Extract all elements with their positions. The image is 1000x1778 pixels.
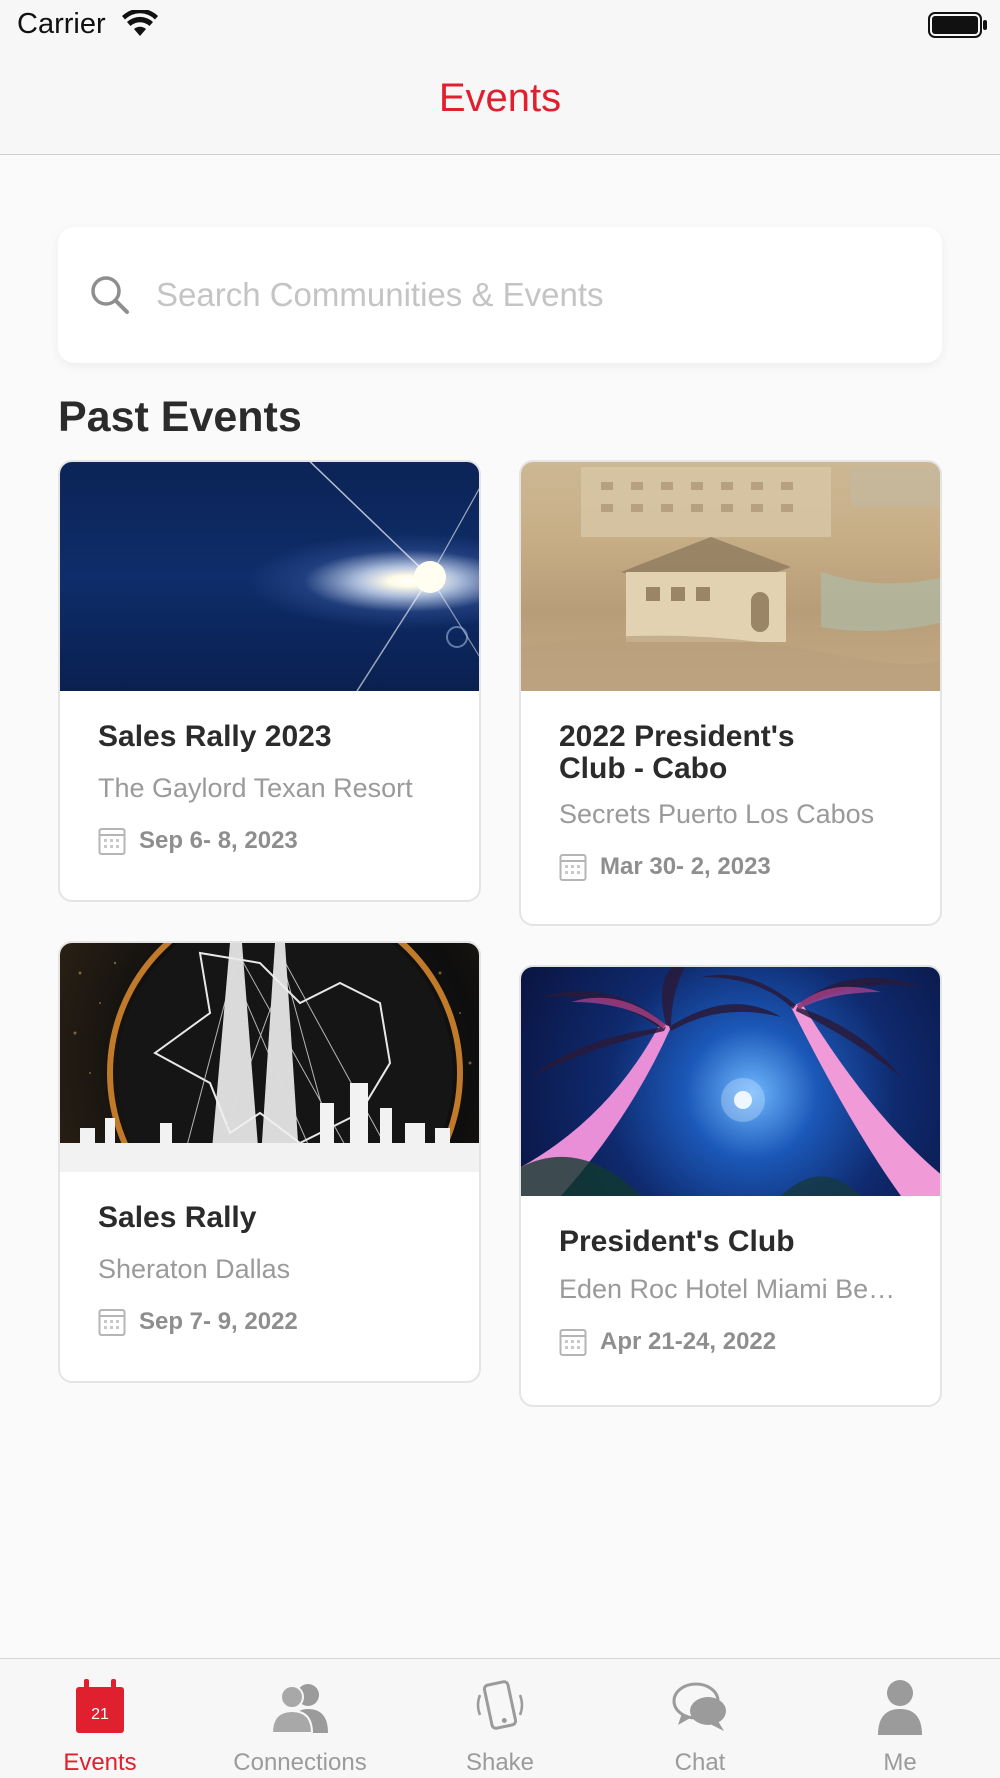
search-box[interactable] <box>58 227 942 363</box>
tab-label: Chat <box>674 1749 726 1776</box>
event-image-resort-pool <box>521 462 940 691</box>
navigation-bar: Events <box>0 52 1000 155</box>
tab-chat[interactable]: Chat <box>600 1659 800 1778</box>
lens-flare-art <box>309 462 479 691</box>
event-title: 2022 President's Club - Cabo <box>559 720 795 785</box>
event-image-lens-flare <box>60 462 479 691</box>
event-venue: Eden Roc Hotel Miami Beac... <box>559 1274 910 1304</box>
calendar-badge: 21 <box>91 1706 109 1723</box>
tab-me[interactable]: Me <box>800 1659 1000 1778</box>
person-icon <box>878 1680 922 1735</box>
skyline-art <box>60 943 479 1172</box>
wifi-icon <box>122 10 158 36</box>
tab-connections[interactable]: Connections <box>200 1659 400 1778</box>
search-input[interactable] <box>156 265 896 325</box>
event-title: Sales Rally 2023 <box>98 720 332 753</box>
event-card-presidents-club-cabo[interactable]: 2022 President's Club - Cabo Secrets Pue… <box>519 460 942 926</box>
section-title: Past Events <box>58 393 302 441</box>
battery-icon <box>928 12 987 38</box>
calendar-icon <box>98 1309 126 1336</box>
phone-shake-icon <box>476 1680 524 1730</box>
event-image-dallas-skyline <box>60 943 479 1172</box>
calendar-icon <box>559 854 587 881</box>
calendar-icon <box>98 828 126 855</box>
palm-trees-art <box>521 967 940 1196</box>
event-card-sales-rally[interactable]: Sales Rally Sheraton Dallas Sep 7- 9, 20… <box>58 941 481 1383</box>
tab-label: Shake <box>465 1749 535 1776</box>
tab-label: Connections <box>233 1749 367 1776</box>
tab-label: Me <box>883 1749 917 1776</box>
status-bar: Carrier <box>0 0 1000 52</box>
event-venue: The Gaylord Texan Resort <box>98 773 413 803</box>
calendar-icon: 21 <box>76 1679 124 1733</box>
calendar-icon <box>559 1329 587 1356</box>
event-card-presidents-club[interactable]: President's Club Eden Roc Hotel Miami Be… <box>519 965 942 1407</box>
search-icon <box>91 276 129 314</box>
event-date: Mar 30- 2, 2023 <box>600 853 771 880</box>
event-image-palm-trees-night <box>521 967 940 1196</box>
event-card-sales-rally-2023[interactable]: Sales Rally 2023 The Gaylord Texan Resor… <box>58 460 481 902</box>
event-date: Apr 21-24, 2022 <box>600 1328 777 1355</box>
page-title: Events <box>438 76 562 120</box>
carrier-label: Carrier <box>17 8 106 40</box>
tab-label: Events <box>63 1749 137 1776</box>
tab-shake[interactable]: Shake <box>400 1659 600 1778</box>
event-venue: Sheraton Dallas <box>98 1254 291 1284</box>
people-icon <box>270 1684 328 1734</box>
event-venue: Secrets Puerto Los Cabos <box>559 799 875 829</box>
tab-bar: 21 Events Connections Shake Chat Me <box>0 1658 1000 1778</box>
event-date: Sep 7- 9, 2022 <box>139 1308 298 1335</box>
tab-events[interactable]: 21 Events <box>0 1659 200 1778</box>
event-title: Sales Rally <box>98 1201 257 1234</box>
event-date: Sep 6- 8, 2023 <box>139 827 298 854</box>
chat-bubble-icon <box>672 1682 726 1731</box>
event-title: President's Club <box>559 1225 795 1258</box>
resort-art <box>521 467 940 691</box>
